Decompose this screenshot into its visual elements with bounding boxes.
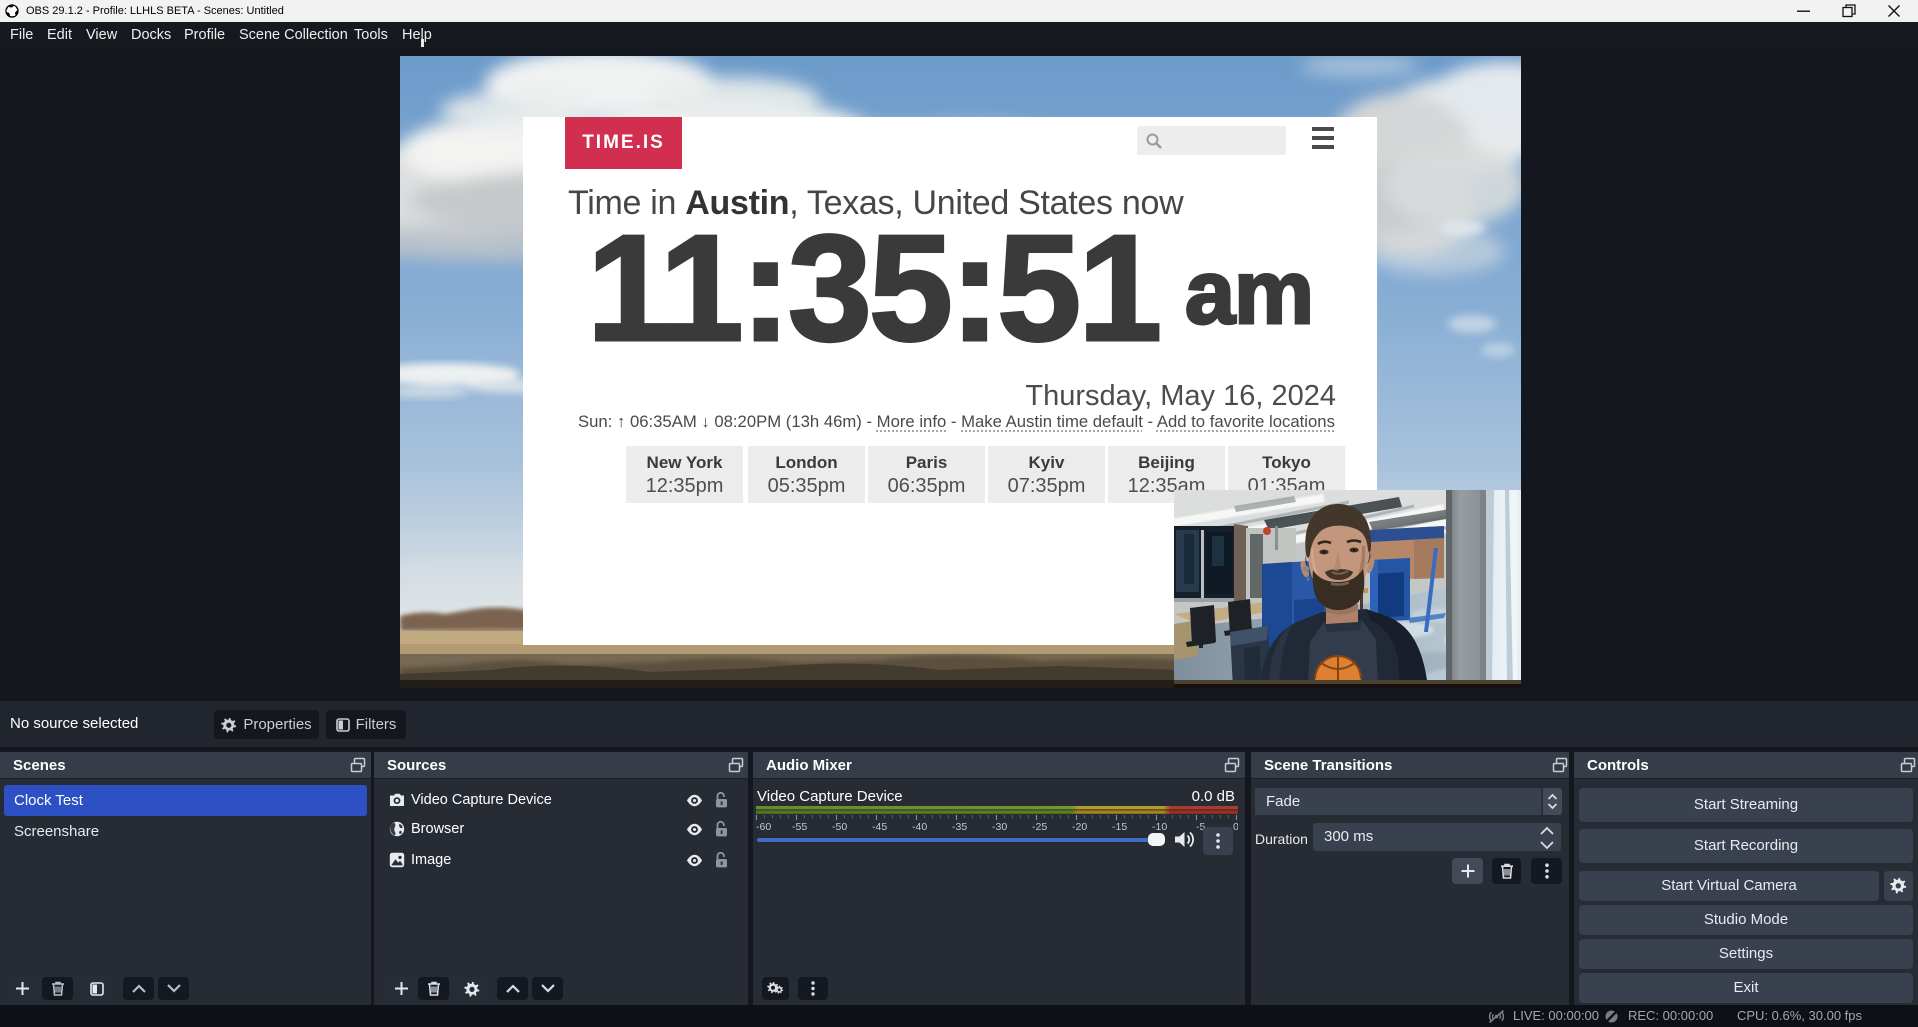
svg-text:-45: -45 [872,821,887,832]
svg-text:-30: -30 [992,821,1007,832]
svg-text:-40: -40 [912,821,927,832]
svg-text:-55: -55 [792,821,807,832]
svg-text:-50: -50 [832,821,847,832]
svg-text:-60: -60 [756,821,771,832]
svg-text:-10: -10 [1152,821,1167,832]
svg-text:-35: -35 [952,821,967,832]
svg-text:-20: -20 [1072,821,1087,832]
svg-text:-25: -25 [1032,821,1047,832]
svg-text:0: 0 [1233,821,1238,832]
svg-text:-15: -15 [1112,821,1127,832]
